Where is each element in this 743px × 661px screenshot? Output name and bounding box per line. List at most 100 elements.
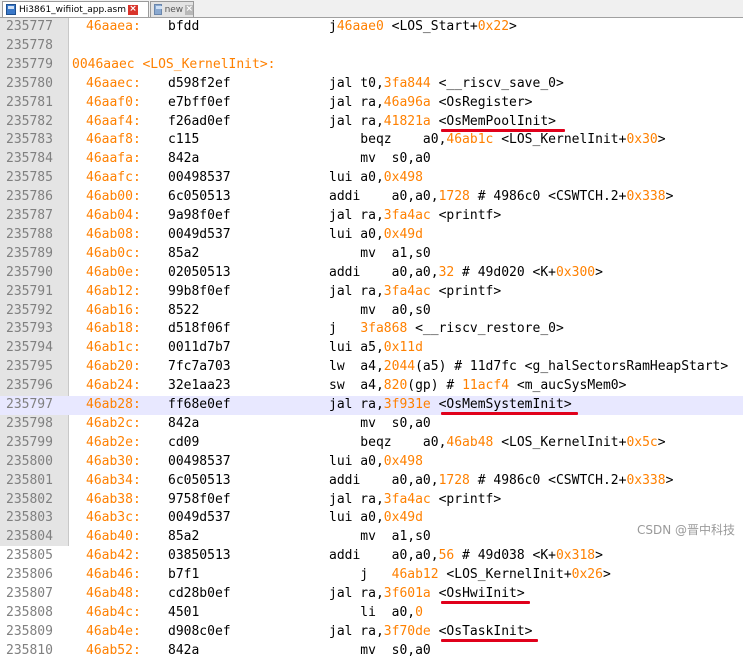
close-tab-icon[interactable]: × [185,4,193,15]
code-line[interactable]: 235796 46ab24: 32e1aa23 sw a4,820(gp) # 11a… [0,377,743,396]
assembly-text: lui a0,0x49d [329,226,423,245]
instruction-address: 46ab12: [86,283,141,299]
code-line[interactable]: 235801 46ab34: 6c050513 addi a0,a0,1728 # 4… [0,472,743,491]
line-number: 235794 [6,340,53,356]
operand-number: 0x498 [383,170,423,186]
line-number: 235789 [6,245,53,261]
operand-symbol: # 4986c0 <CSWTCH.2+ [469,189,627,205]
instruction-address: 46ab04: [86,208,141,223]
line-number: 235783 [6,132,53,148]
instruction-address: 46ab40: [86,529,141,545]
code-line[interactable]: 235800 46ab30: 00498537 lui a0,0x498 [0,453,743,472]
assembly-text: lui a0,0x498 [329,169,423,188]
code-line[interactable]: 235788 46ab08: 0049d537 lui a0,0x49d [0,226,743,245]
operand-number: 3fa4ac [383,491,431,507]
instruction-address: 46ab28: [86,397,141,412]
code-line[interactable]: 235805 46ab42: 03850513 addi a0,a0,56 # 49d… [0,547,743,566]
code-line[interactable]: 235784 46aafa: 842a mv s0,a0 [0,150,743,169]
code-line[interactable]: 235790 46ab0e: 02050513 addi a0,a0,32 # 49d… [0,264,743,283]
line-number: 235785 [6,170,53,186]
close-tab-icon[interactable]: × [128,4,139,15]
mnemonic: mv a1,s0 [329,245,431,261]
code-line[interactable]: 235779 0046aaec <LOS_KernelInit>: [0,56,743,75]
assembly-text: sw a4,820(gp) # 11acf4 <m_aucSysMem0> [329,377,626,396]
tab-new-1[interactable]: new 1 × [150,1,194,17]
code-line[interactable]: 235787 46ab04: 9a98f0ef jal ra,3fa4ac <prin… [0,207,743,226]
operand-number: 0x30 [626,132,658,148]
code-line[interactable]: 235785 46aafc: 00498537 lui a0,0x498 [0,169,743,188]
code-line[interactable]: 235781 46aaf0: e7bff0ef jal ra,46a96a <OsRe… [0,94,743,113]
code-line[interactable]: 235808 46ab4c: 4501 li a0,0 [0,604,743,623]
assembly-text: addi a0,a0,32 # 49d020 <K+0x300> [329,264,603,283]
operand-symbol: <OsHwiInit> [430,586,525,601]
code-line[interactable]: 235807 46ab48: cd28b0ef jal ra,3f601a <OsHw… [0,585,743,604]
code-line[interactable]: 235792 46ab16: 8522 mv a0,s0 [0,302,743,321]
code-line[interactable]: 235789 46ab0c: 85a2 mv a1,s0 [0,245,743,264]
operand-number: 46a96a [383,94,431,110]
code-line[interactable]: 235782 46aaf4: f26ad0ef jal ra,41821a <OsMe… [0,113,743,132]
opcode-hex: ff68e0ef [168,397,231,412]
tab-asm-file[interactable]: Hi3861_wifiiot_app.asm × [2,1,149,17]
code-line[interactable]: 235793 46ab18: d518f06f j 3fa868 <__riscv_r… [0,320,743,339]
code-line[interactable]: 235806 46ab46: b7f1 j 46ab12 <LOS_KernelIn… [0,566,743,585]
instruction-address: 46aaf4: [86,113,141,129]
instruction-address: 46ab08: [86,226,141,242]
code-line[interactable]: 235794 46ab1c: 0011d7b7 lui a5,0x11d [0,339,743,358]
opcode-hex: 6c050513 [168,472,231,488]
assembly-text: beqz a0,46ab48 <LOS_KernelInit+0x5c> [329,434,666,453]
opcode-hex: 85a2 [168,529,200,545]
line-number: 235784 [6,151,53,167]
code-line[interactable]: 235803 46ab3c: 0049d537 lui a0,0x49d [0,509,743,528]
assembly-text: jal ra,3fa4ac <printf> [329,207,501,226]
line-number: 235777 [6,19,53,34]
instruction-address: 46aaec: [86,75,141,91]
operand-symbol: <OsMemSystemInit> [430,397,572,412]
assembly-text: jal ra,3fa4ac <printf> [329,491,501,510]
code-line[interactable]: 235795 46ab20: 7fc7a703 lw a4,2044(a5) # 11… [0,358,743,377]
assembly-text: jal ra,46a96a <OsRegister> [329,94,533,113]
code-line[interactable]: 235780 46aaec: d598f2ef jal t0,3fa844 <__ri… [0,75,743,94]
code-line[interactable]: 235797 46ab28: ff68e0ef jal ra,3f931e <OsMe… [0,396,743,415]
code-line[interactable]: 235798 46ab2c: 842a mv s0,a0 [0,415,743,434]
operand-number: 2044 [383,359,416,375]
mnemonic: j [329,567,392,583]
opcode-hex: 842a [168,151,200,167]
operand-symbol: > [657,434,666,450]
line-number: 235780 [6,75,53,91]
mnemonic: addi a0,a0, [329,472,439,488]
code-editor[interactable]: 235777 46aaea: bfdd j46aae0 <LOS_Start+0x22… [0,18,743,658]
operand-number: 0x318 [555,548,596,564]
code-line[interactable]: 235786 46ab00: 6c050513 addi a0,a0,1728 # 4… [0,188,743,207]
instruction-address: 46ab00: [86,189,141,205]
code-line[interactable]: 235777 46aaea: bfdd j46aae0 <LOS_Start+0x22… [0,18,743,37]
instruction-address: 46ab4e: [86,623,141,639]
assembly-text: lui a0,0x498 [329,453,423,472]
mnemonic: jal ra, [329,283,384,299]
code-line[interactable]: 235783 46aaf8: c115 beqz a0,46ab1c <LOS_Ke… [0,131,743,150]
line-number: 235810 [6,642,53,658]
code-line[interactable]: 235804 46ab40: 85a2 mv a1,s0 [0,528,743,547]
operand-number: 0x300 [555,264,596,280]
code-line[interactable]: 235802 46ab38: 9758f0ef jal ra,3fa4ac <prin… [0,491,743,510]
code-line[interactable]: 235809 46ab4e: d908c0ef jal ra,3f70de <OsTa… [0,623,743,642]
mnemonic: mv s0,a0 [329,151,431,167]
line-number: 235779 [6,56,53,72]
mnemonic: lui a0, [329,453,384,469]
operand-number: 820 [383,378,408,394]
line-number: 235798 [6,415,53,431]
code-line[interactable]: 235778 [0,37,743,56]
operand-number: 3fa868 [360,321,408,337]
operand-symbol: # 49d020 <K+ [454,264,556,280]
instruction-address: 46ab2c: [86,415,141,431]
code-line[interactable]: 235791 46ab12: 99b8f0ef jal ra,3fa4ac <prin… [0,283,743,302]
code-line[interactable]: 235810 46ab52: 842a mv s0,a0 [0,642,743,661]
code-line[interactable]: 235799 46ab2e: cd09 beqz a0,46ab48 <LOS_Ke… [0,434,743,453]
opcode-hex: f26ad0ef [168,113,231,129]
mnemonic: addi a0,a0, [329,548,439,564]
assembly-text: jal ra,3fa4ac <printf> [329,283,501,302]
operand-number: 46ab12 [391,567,439,583]
assembly-text: j 46ab12 <LOS_KernelInit+0x26> [329,566,611,585]
assembly-text: j46aae0 <LOS_Start+0x22> [329,18,517,37]
tab-label: new 1 [164,4,184,15]
tab-bar: Hi3861_wifiiot_app.asm × new 1 × [0,0,743,18]
